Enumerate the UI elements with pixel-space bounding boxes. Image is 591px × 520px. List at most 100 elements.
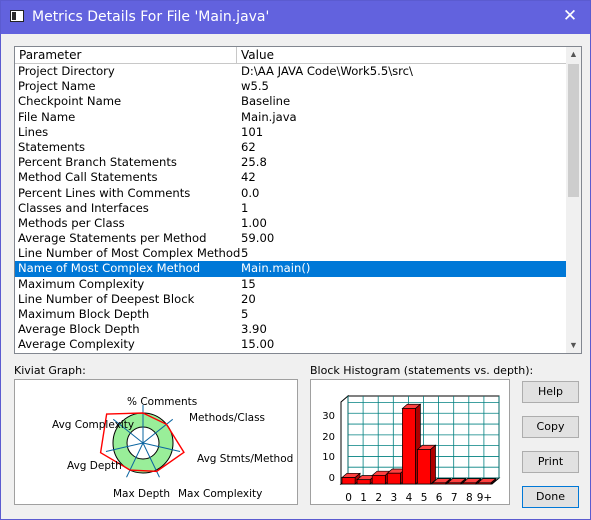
histogram-bar xyxy=(432,482,447,485)
parameter-cell: File Name xyxy=(18,109,76,124)
value-cell: Baseline xyxy=(241,94,291,109)
kiviat-axis-label: Avg Complexity xyxy=(52,419,134,431)
table-row[interactable]: Percent Lines with Comments 0.0 xyxy=(15,186,567,201)
metrics-details-window: Metrics Details For File 'Main.java' ✕ P… xyxy=(0,0,591,520)
parameter-cell: Methods per Class xyxy=(18,215,125,230)
value-cell: 1 xyxy=(241,200,249,215)
kiviat-graph-label: Kiviat Graph: xyxy=(14,364,86,377)
table-row[interactable]: Method Call Statements 42 xyxy=(15,170,567,185)
scroll-thumb[interactable] xyxy=(568,64,579,197)
table-row[interactable]: Average Statements per Method 59.00 xyxy=(15,231,567,246)
histogram-x-tick-label: 3 xyxy=(391,492,398,504)
parameter-cell: Project Directory xyxy=(18,64,115,78)
table-row[interactable]: Average Complexity 15.00 xyxy=(15,337,567,352)
histogram-y-tick-label: 30 xyxy=(322,411,335,422)
histogram-bar xyxy=(477,482,492,485)
table-row[interactable]: Line Number of Most Complex Method 5 xyxy=(15,246,567,261)
help-button[interactable]: Help xyxy=(522,381,579,403)
table-row[interactable]: Lines 101 xyxy=(15,125,567,140)
table-row[interactable]: Classes and Interfaces 1 xyxy=(15,201,567,216)
value-cell: 25.8 xyxy=(241,155,267,170)
block-histogram-panel: 30 20 10 0 0 1 2 3 4 5 6 7 8 9+ xyxy=(310,379,510,505)
value-cell: 15 xyxy=(241,276,256,291)
table-row[interactable]: Line Number of Deepest Block 20 xyxy=(15,292,567,307)
value-cell: D:\AA JAVA Code\Work5.5\src\ xyxy=(241,64,413,78)
scroll-up-icon[interactable]: ▲ xyxy=(566,47,581,62)
kiviat-graph-panel: % Comments Methods/Class Avg Stmts/Method M… xyxy=(14,379,298,505)
parameter-cell: Average Statements per Method xyxy=(18,231,207,246)
value-cell: 1.00 xyxy=(241,215,267,230)
table-row[interactable]: Project Directory D:\AA JAVA Code\Work5.5… xyxy=(15,64,567,79)
table-row[interactable]: Average Block Depth 3.90 xyxy=(15,322,567,337)
copy-button[interactable]: Copy xyxy=(522,416,579,438)
metrics-table[interactable]: Parameter Value Project Directory D:\AA J… xyxy=(14,46,582,354)
table-row[interactable]: Statements 62 xyxy=(15,140,567,155)
value-cell: 42 xyxy=(241,170,256,185)
table-row[interactable]: Checkpoint Name Baseline xyxy=(15,94,567,109)
histogram-y-tick-label: 0 xyxy=(329,473,335,484)
value-cell: Main.java xyxy=(241,109,297,124)
kiviat-axis-label: Max Complexity xyxy=(178,488,262,500)
window-title: Metrics Details For File 'Main.java' xyxy=(32,9,270,25)
histogram-bar xyxy=(386,472,401,485)
value-cell: 5 xyxy=(241,246,249,261)
scroll-down-icon[interactable]: ▼ xyxy=(566,338,581,353)
histogram-x-tick-label: 1 xyxy=(360,492,367,504)
value-cell: 0.0 xyxy=(241,185,260,200)
parameter-cell: Checkpoint Name xyxy=(18,94,122,109)
parameter-cell: Line Number of Deepest Block xyxy=(18,291,195,306)
title-bar: Metrics Details For File 'Main.java' ✕ xyxy=(1,1,590,34)
parameter-cell: Classes and Interfaces xyxy=(18,200,149,215)
vertical-scrollbar[interactable]: ▲ ▼ xyxy=(566,47,581,353)
parameter-cell: Statements xyxy=(18,139,86,154)
histogram-bar xyxy=(447,482,462,485)
parameter-cell: Lines xyxy=(18,124,49,139)
parameter-cell: Percent Branch Statements xyxy=(18,155,177,170)
histogram-y-tick-label: 10 xyxy=(322,452,335,463)
kiviat-axis-label: % Comments xyxy=(127,396,197,408)
table-row[interactable]: Methods per Class 1.00 xyxy=(15,216,567,231)
close-icon[interactable]: ✕ xyxy=(560,6,580,26)
histogram-x-tick-label: 0 xyxy=(345,492,352,504)
column-header-value[interactable]: Value xyxy=(237,47,567,63)
value-cell: 3.90 xyxy=(241,322,267,337)
parameter-cell: Maximum Complexity xyxy=(18,276,145,291)
table-row[interactable]: Name of Most Complex Method Main.main() xyxy=(15,261,567,277)
kiviat-axis-label: Avg Depth xyxy=(67,460,122,472)
parameter-cell: Average Complexity xyxy=(18,337,135,352)
histogram-bar xyxy=(356,479,371,485)
value-cell: 15.00 xyxy=(241,337,275,352)
done-button[interactable]: Done xyxy=(522,486,579,508)
value-cell: 62 xyxy=(241,139,256,154)
value-cell: 101 xyxy=(241,124,264,139)
parameter-cell: Name of Most Complex Method xyxy=(18,261,201,276)
histogram-y-tick-label: 20 xyxy=(322,432,335,443)
app-icon xyxy=(10,10,24,22)
block-histogram-label: Block Histogram (statements vs. depth): xyxy=(310,364,534,377)
table-row[interactable]: Percent Branch Statements 25.8 xyxy=(15,155,567,170)
value-cell: 59.00 xyxy=(241,231,275,246)
histogram-x-tick-label: 9+ xyxy=(477,492,492,504)
parameter-cell: Line Number of Most Complex Method xyxy=(18,246,241,261)
histogram-x-tick-label: 2 xyxy=(375,492,382,504)
kiviat-graph: % Comments Methods/Class Avg Stmts/Method M… xyxy=(52,396,293,500)
value-cell: 20 xyxy=(241,291,256,306)
histogram-x-tick-label: 7 xyxy=(451,492,458,504)
table-body: Project Directory D:\AA JAVA Code\Work5.5… xyxy=(15,64,567,353)
kiviat-axis-label: Max Depth xyxy=(113,488,170,500)
histogram-x-tick-label: 6 xyxy=(436,492,443,504)
table-row[interactable]: Project Name w5.5 xyxy=(15,79,567,94)
histogram-bar xyxy=(417,449,431,485)
histogram-side-wall xyxy=(340,394,349,486)
parameter-cell: Maximum Block Depth xyxy=(18,307,150,321)
value-cell: w5.5 xyxy=(241,79,269,94)
table-row[interactable]: Maximum Complexity 15 xyxy=(15,277,567,292)
kiviat-axis-label: Avg Stmts/Method xyxy=(197,453,293,465)
table-row[interactable]: File Name Main.java xyxy=(15,110,567,125)
value-cell: Main.main() xyxy=(241,261,311,276)
parameter-cell: Project Name xyxy=(18,79,96,94)
histogram-x-tick-label: 4 xyxy=(406,492,413,504)
table-row[interactable]: Maximum Block Depth 5 xyxy=(15,307,567,322)
column-header-parameter[interactable]: Parameter xyxy=(15,47,237,63)
print-button[interactable]: Print xyxy=(522,451,579,473)
